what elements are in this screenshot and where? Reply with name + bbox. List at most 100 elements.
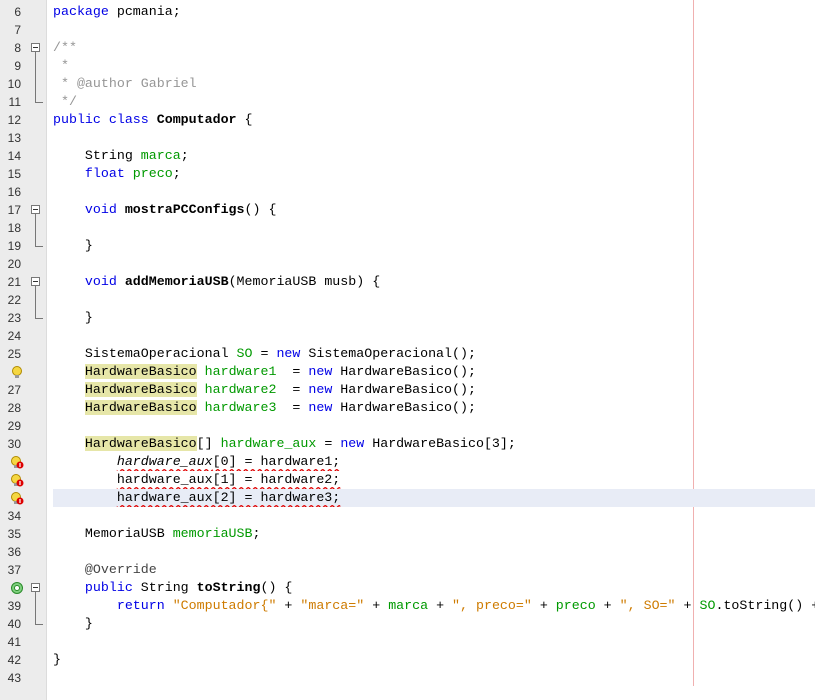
code-line[interactable]: 12 public class Computador { [0, 111, 815, 129]
fold-collapse-icon[interactable] [31, 43, 40, 52]
line-number: 30 [7, 437, 21, 451]
override-icon[interactable] [10, 581, 24, 595]
code-line[interactable]: 8 /** [0, 39, 815, 57]
code-line[interactable]: 36 [0, 543, 815, 561]
code-line[interactable]: 35 MemoriaUSB memoriaUSB; [0, 525, 815, 543]
code-line[interactable]: 21 void addMemoriaUSB(MemoriaUSB musb) { [0, 273, 815, 291]
code-line[interactable]: 16 [0, 183, 815, 201]
code-line[interactable]: 7 [0, 21, 815, 39]
fold-collapse-icon[interactable] [31, 583, 40, 592]
code-text: hardware_aux[2] = hardware3; [53, 489, 815, 507]
code-text: } [53, 615, 815, 633]
code-text: } [53, 309, 815, 327]
code-text: String marca; [53, 147, 815, 165]
code-editor[interactable]: 6 package pcmania; 7 8/** 9 * 10 * @author Ga… [0, 3, 815, 687]
code-token: HardwareBasico [84, 364, 197, 379]
code-token: + [276, 598, 301, 613]
code-line[interactable]: 42} [0, 651, 815, 669]
code-line[interactable]: 25 SistemaOperacional SO = new SistemaOp… [0, 345, 815, 363]
code-line[interactable]: 23 } [0, 309, 815, 327]
line-number: 18 [7, 221, 21, 235]
code-token: HardwareBasico [84, 382, 197, 397]
code-line[interactable]: 9 * [0, 57, 815, 75]
code-line[interactable]: 19 } [0, 237, 815, 255]
error-bulb-icon[interactable] [10, 473, 24, 487]
code-line[interactable]: public String toString() { [0, 579, 815, 597]
code-text: * @author Gabriel [53, 75, 815, 93]
fold-end [35, 309, 43, 319]
code-line[interactable]: 6 package pcmania; [0, 3, 815, 21]
code-line[interactable]: 30 HardwareBasico[] hardware_aux = new H… [0, 435, 815, 453]
line-number: 36 [7, 545, 21, 559]
code-token: preco [132, 166, 173, 181]
error-bulb-icon[interactable] [10, 491, 24, 505]
code-line[interactable]: 27 HardwareBasico hardware2 = new Hardwa… [0, 381, 815, 399]
code-text: float preco; [53, 165, 815, 183]
line-number: 39 [7, 599, 21, 613]
code-token: () { [244, 202, 277, 217]
code-line[interactable]: hardware_aux[2] = hardware3; [0, 489, 815, 507]
code-token: HardwareBasico(); [332, 400, 476, 415]
error-bulb-icon[interactable] [10, 455, 24, 469]
code-text: HardwareBasico hardware1 = new HardwareB… [53, 363, 815, 381]
code-token: * [53, 58, 69, 73]
code-line[interactable]: 34 [0, 507, 815, 525]
lightbulb-icon[interactable] [10, 365, 24, 379]
code-token: */ [53, 94, 77, 109]
code-line[interactable]: 20 [0, 255, 815, 273]
fold-end [35, 237, 43, 247]
code-line[interactable]: 14 String marca; [0, 147, 815, 165]
fold-collapse-icon[interactable] [31, 277, 40, 286]
code-token: SistemaOperacional(); [300, 346, 476, 361]
code-token: * @author Gabriel [53, 76, 197, 91]
code-token: "marca=" [300, 598, 365, 613]
code-line[interactable]: hardware_aux[0] = hardware1; [0, 453, 815, 471]
code-token: hardware_aux[1] = hardware2; [116, 472, 341, 487]
code-token: = [252, 346, 277, 361]
code-text: void mostraPCConfigs() { [53, 201, 815, 219]
code-line[interactable]: 39 return "Computador{" + "marca=" + mar… [0, 597, 815, 615]
code-line[interactable]: 11 */ [0, 93, 815, 111]
code-line[interactable]: 18 [0, 219, 815, 237]
code-text: @Override [53, 561, 815, 579]
line-number: 22 [7, 293, 21, 307]
code-token: (MemoriaUSB musb) { [228, 274, 381, 289]
code-text: SistemaOperacional SO = new SistemaOpera… [53, 345, 815, 363]
code-line[interactable]: HardwareBasico hardware1 = new HardwareB… [0, 363, 815, 381]
code-line[interactable]: 28 HardwareBasico hardware3 = new Hardwa… [0, 399, 815, 417]
code-token: SO [236, 346, 253, 361]
code-token: package [53, 4, 109, 19]
code-line[interactable]: 43 [0, 669, 815, 687]
code-line[interactable]: 24 [0, 327, 815, 345]
code-line[interactable]: 37 @Override [0, 561, 815, 579]
code-line[interactable]: 40 } [0, 615, 815, 633]
code-token: return [53, 598, 173, 613]
code-text: HardwareBasico[] hardware_aux = new Hard… [53, 435, 815, 453]
code-token: + [531, 598, 556, 613]
code-line[interactable]: 22 [0, 291, 815, 309]
code-line[interactable]: 29 [0, 417, 815, 435]
code-line[interactable]: 15 float preco; [0, 165, 815, 183]
code-line[interactable]: 17 void mostraPCConfigs() { [0, 201, 815, 219]
code-token: HardwareBasico [84, 436, 197, 451]
code-token: void [53, 202, 125, 217]
fold-collapse-icon[interactable] [31, 205, 40, 214]
code-token: + [364, 598, 389, 613]
code-token: /** [53, 40, 77, 55]
code-line[interactable]: 10 * @author Gabriel [0, 75, 815, 93]
code-token: new [308, 382, 333, 397]
code-line[interactable]: 41 [0, 633, 815, 651]
code-line[interactable]: hardware_aux[1] = hardware2; [0, 471, 815, 489]
code-line[interactable]: 13 [0, 129, 815, 147]
code-token: } [53, 616, 93, 631]
code-text: /** [53, 39, 815, 57]
code-token: () { [260, 580, 293, 595]
code-token: [0] = hardware1; [212, 454, 341, 469]
code-token: @Override [53, 562, 157, 577]
